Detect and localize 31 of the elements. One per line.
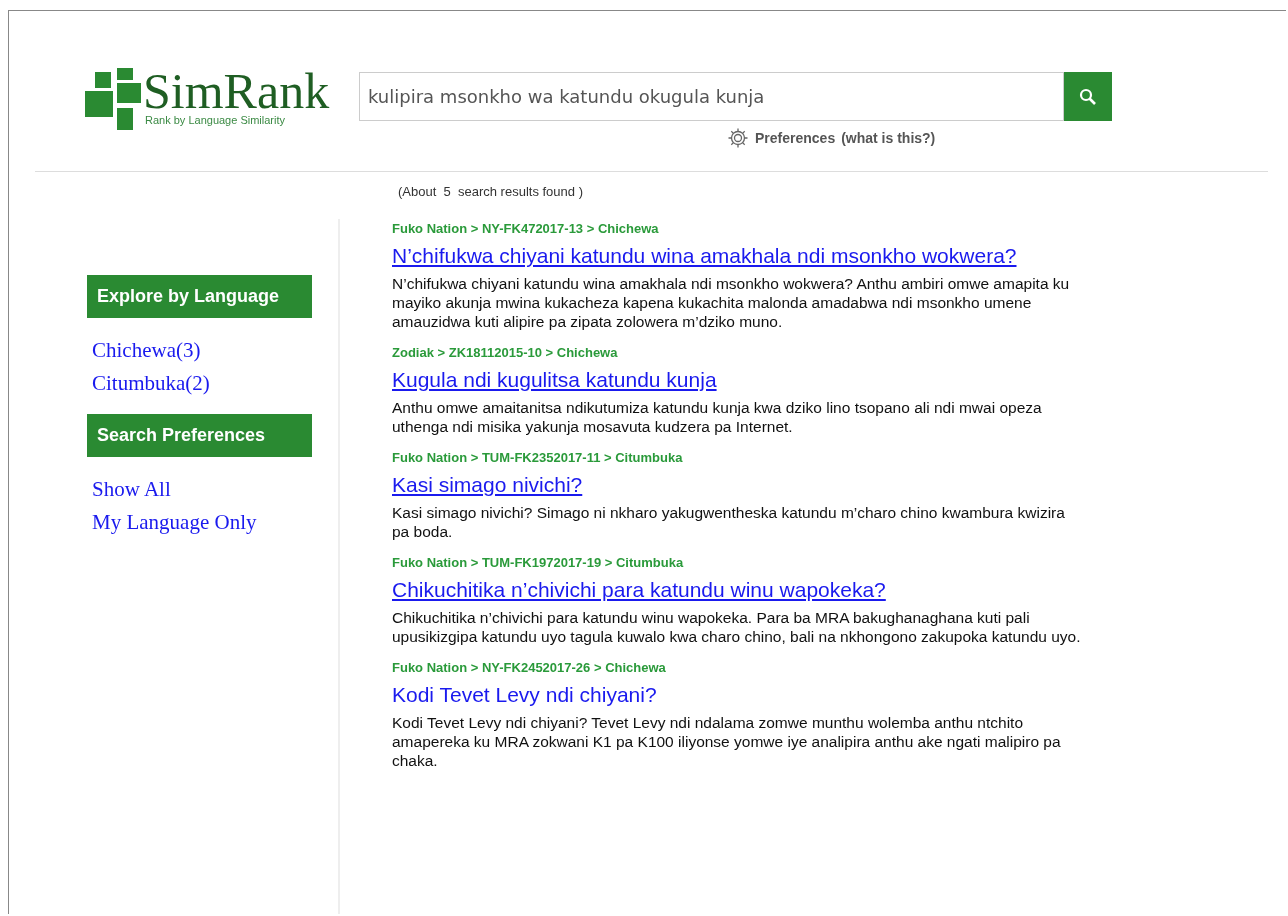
search-field[interactable]: kulipira msonkho wa katundu okugula kunja — [359, 72, 1064, 121]
result-snippet: Chikuchitika n’chivichi para katundu winu wapokeka. Para ba MRA bakughanaghana kuti pali upusikizgipa katundu uyo tagula kuwalo kwa charo chino, bali na nkhongono zakupoka katundu uyo. — [392, 608, 1082, 646]
settings-icon[interactable] — [727, 127, 749, 149]
logo-name: SimRank — [143, 68, 330, 114]
logo-tagline: Rank by Language Similarity — [145, 114, 287, 126]
result-breadcrumb: Zodiak > ZK18112015-10 > Chichewa — [392, 345, 619, 360]
sidebar-link[interactable]: Citumbuka(2) — [92, 371, 338, 396]
sidebar-heading: Explore by Language — [87, 275, 312, 318]
logo-icon — [85, 68, 141, 130]
sidebar-link[interactable]: Show All — [92, 477, 338, 502]
sidebar-link[interactable]: Chichewa(3) — [92, 338, 338, 363]
result-title-link[interactable]: Chikuchitika n’chivichi para katundu winu wapokeka? — [392, 578, 886, 602]
sidebar-heading: Search Preferences — [87, 414, 312, 457]
result-breadcrumb: Fuko Nation > TUM-FK1972017-19 > Citumbuka — [392, 555, 685, 570]
search-icon — [1079, 87, 1097, 106]
help-link[interactable]: (what is this?) — [841, 130, 936, 146]
result-breadcrumb: Fuko Nation > NY-FK472017-13 > Chichewa — [392, 221, 660, 236]
results-count: (About 5 search results found ) — [398, 184, 584, 199]
result-title-link[interactable]: N’chifukwa chiyani katundu wina amakhala ndi msonkho wokwera? — [392, 244, 1017, 268]
preferences-link[interactable]: Preferences — [755, 130, 836, 146]
result-snippet: N’chifukwa chiyani katundu wina amakhala ndi msonkho wokwera? Anthu ambiri omwe amapita ku mayiko akunja mwina kukacheza kapena kukachita malonda amadabwa ndi msonkho umene amauzidwa kuti alipire pa zipata zolowera m’dziko muno. — [392, 274, 1071, 331]
search-button[interactable] — [1064, 72, 1112, 121]
result-snippet: Kodi Tevet Levy ndi chiyani? Tevet Levy ndi ndalama zomwe munthu wolemba anthu ntchito amapereka ku MRA zokwani K1 pa K100 iliyonse yomwe iye analipira anthu ake ngati malipiro pa chaka. — [392, 713, 1062, 770]
result-snippet: Kasi simago nivichi? Simago ni nkharo yakugwentheska katundu m’charo chino kwambura kwizira pa boda. — [392, 503, 1066, 541]
result-title-link[interactable]: Kodi Tevet Levy ndi chiyani? — [392, 683, 657, 707]
result-title-link[interactable]: Kugula ndi kugulitsa katundu kunja — [392, 368, 717, 392]
result-breadcrumb: Fuko Nation > TUM-FK2352017-11 > Citumbuka — [392, 450, 684, 465]
sidebar-link[interactable]: My Language Only — [92, 510, 338, 535]
result-title-link[interactable]: Kasi simago nivichi? — [392, 473, 583, 497]
result-breadcrumb: Fuko Nation > NY-FK2452017-26 > Chichewa — [392, 660, 667, 675]
result-snippet: Anthu omwe amaitanitsa ndikutumiza katundu kunja kwa dziko lino tsopano ali ndi mwai opeza uthenga ndi misika yakunja mosavuta kudzera pa Internet. — [392, 398, 1043, 436]
